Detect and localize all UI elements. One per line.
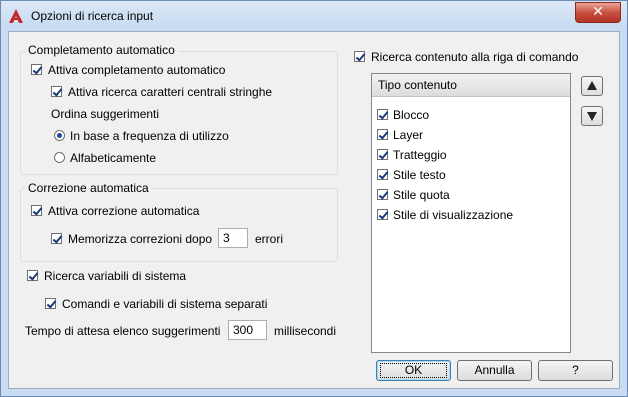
content-blocco-label[interactable]: Blocco (393, 108, 429, 122)
ok-button[interactable]: OK (376, 360, 451, 381)
sort-frequency-label[interactable]: In base a frequenza di utilizzo (70, 129, 229, 143)
content-stile-testo-checkbox[interactable] (377, 169, 388, 180)
sysvar-search-label[interactable]: Ricerca variabili di sistema (44, 269, 186, 283)
content-tratteggio-label[interactable]: Tratteggio (393, 148, 447, 162)
cancel-button-label: Annulla (474, 363, 515, 377)
content-stile-quota-label[interactable]: Stile quota (393, 188, 450, 202)
content-stile-testo-label[interactable]: Stile testo (393, 168, 446, 182)
sysvar-search-checkbox[interactable] (27, 270, 38, 281)
window-title: Opzioni di ricerca input (31, 9, 154, 23)
autocorrect-group-title: Correzione automatica (25, 181, 152, 195)
help-button[interactable]: ? (538, 360, 613, 381)
remember-corrections-input[interactable]: 3 (218, 228, 248, 248)
content-tratteggio-checkbox[interactable] (377, 149, 388, 160)
autocorrect-group (20, 188, 338, 262)
sort-alphabetical-radio[interactable] (54, 152, 65, 163)
content-type-list-header[interactable]: Tipo contenuto (372, 74, 570, 97)
content-blocco-checkbox[interactable] (377, 109, 388, 120)
suggestion-delay-label: Tempo di attesa elenco suggerimenti (25, 324, 221, 338)
content-search-checkbox[interactable] (354, 51, 365, 62)
help-button-label: ? (572, 363, 579, 377)
autocad-app-icon (9, 9, 23, 23)
close-icon: ✕ (592, 4, 604, 20)
sysvar-separate-checkbox[interactable] (45, 298, 56, 309)
sort-frequency-radio[interactable] (54, 130, 65, 141)
sort-suggestions-label: Ordina suggerimenti (51, 107, 160, 121)
content-type-header-label: Tipo contenuto (378, 78, 457, 92)
triangle-down-icon (587, 112, 597, 121)
sysvar-separate-label[interactable]: Comandi e variabili di sistema separati (62, 297, 267, 311)
content-stile-visualizzazione-label[interactable]: Stile di visualizzazione (393, 208, 513, 222)
move-down-button[interactable] (581, 106, 603, 126)
content-type-list[interactable]: Tipo contenuto Blocco Layer Tratteggio S… (371, 73, 571, 353)
content-stile-visualizzazione-checkbox[interactable] (377, 209, 388, 220)
content-layer-label[interactable]: Layer (393, 128, 423, 142)
autocorrect-enable-label[interactable]: Attiva correzione automatica (48, 204, 199, 218)
content-search-label[interactable]: Ricerca contenuto alla riga di comando (371, 50, 578, 64)
remember-corrections-checkbox[interactable] (51, 233, 62, 244)
autocomplete-enable-label[interactable]: Attiva completamento automatico (48, 63, 225, 77)
remember-corrections-label[interactable]: Memorizza correzioni dopo (68, 232, 212, 246)
remember-corrections-unit: errori (255, 232, 284, 246)
close-button[interactable]: ✕ (575, 2, 621, 23)
dialog-client: Completamento automatico Attiva completa… (8, 31, 620, 389)
midstring-search-label[interactable]: Attiva ricerca caratteri centrali string… (68, 85, 272, 99)
move-up-button[interactable] (581, 76, 603, 96)
autocomplete-group-title: Completamento automatico (25, 43, 178, 57)
focus-rectangle (380, 363, 447, 378)
cancel-button[interactable]: Annulla (457, 360, 532, 381)
dialog-window: Opzioni di ricerca input ✕ Completamento… (0, 0, 628, 397)
autocorrect-enable-checkbox[interactable] (31, 205, 42, 216)
triangle-up-icon (587, 81, 597, 90)
autocomplete-enable-checkbox[interactable] (31, 64, 42, 75)
content-layer-checkbox[interactable] (377, 129, 388, 140)
content-stile-quota-checkbox[interactable] (377, 189, 388, 200)
suggestion-delay-input[interactable]: 300 (228, 320, 267, 340)
title-bar[interactable]: Opzioni di ricerca input ✕ (1, 1, 627, 31)
midstring-search-checkbox[interactable] (51, 86, 62, 97)
suggestion-delay-unit: millisecondi (274, 324, 337, 338)
sort-alphabetical-label[interactable]: Alfabeticamente (70, 151, 156, 165)
